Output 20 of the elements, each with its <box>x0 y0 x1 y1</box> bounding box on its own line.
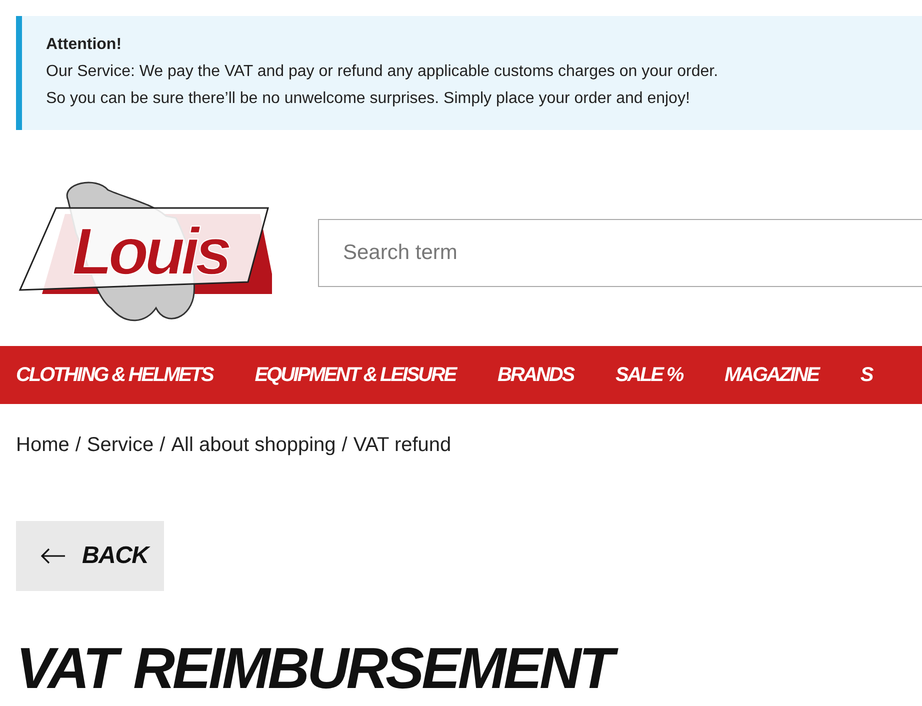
breadcrumb-link[interactable]: All about shopping <box>171 434 336 457</box>
nav-link[interactable]: CLOTHING & HELMETS <box>16 364 215 386</box>
notice-title: Attention! <box>46 36 123 54</box>
breadcrumb-link[interactable]: Service <box>86 434 154 457</box>
nav-link[interactable]: BRANDS <box>497 364 576 386</box>
nav-link[interactable]: EQUIPMENT & LEISURE <box>254 364 458 386</box>
nav-link[interactable]: MAGAZINE <box>724 364 820 386</box>
breadcrumb-link[interactable]: VAT refund <box>353 434 452 457</box>
nav-link[interactable]: SALE % <box>615 364 685 386</box>
nav-link[interactable]: S <box>860 364 874 386</box>
search-field[interactable]: Search term <box>318 219 922 287</box>
breadcrumb-separator: / <box>75 434 81 457</box>
back-button[interactable]: BACK <box>16 521 164 591</box>
notice-text: Our Service: We pay the VAT and pay or refund any applicable customs charges on your order. <box>46 62 720 82</box>
breadcrumb-link[interactable]: Home <box>16 434 70 457</box>
breadcrumb-separator: / <box>160 434 166 457</box>
page-heading: VAT REIMBURSEMENT <box>16 637 622 701</box>
notice-text: So you can be sure there’ll be no unwelcome surprises. Simply place your order and enjoy! <box>46 89 691 109</box>
breadcrumb-separator: / <box>342 434 348 457</box>
arrow-left-icon <box>40 548 66 564</box>
